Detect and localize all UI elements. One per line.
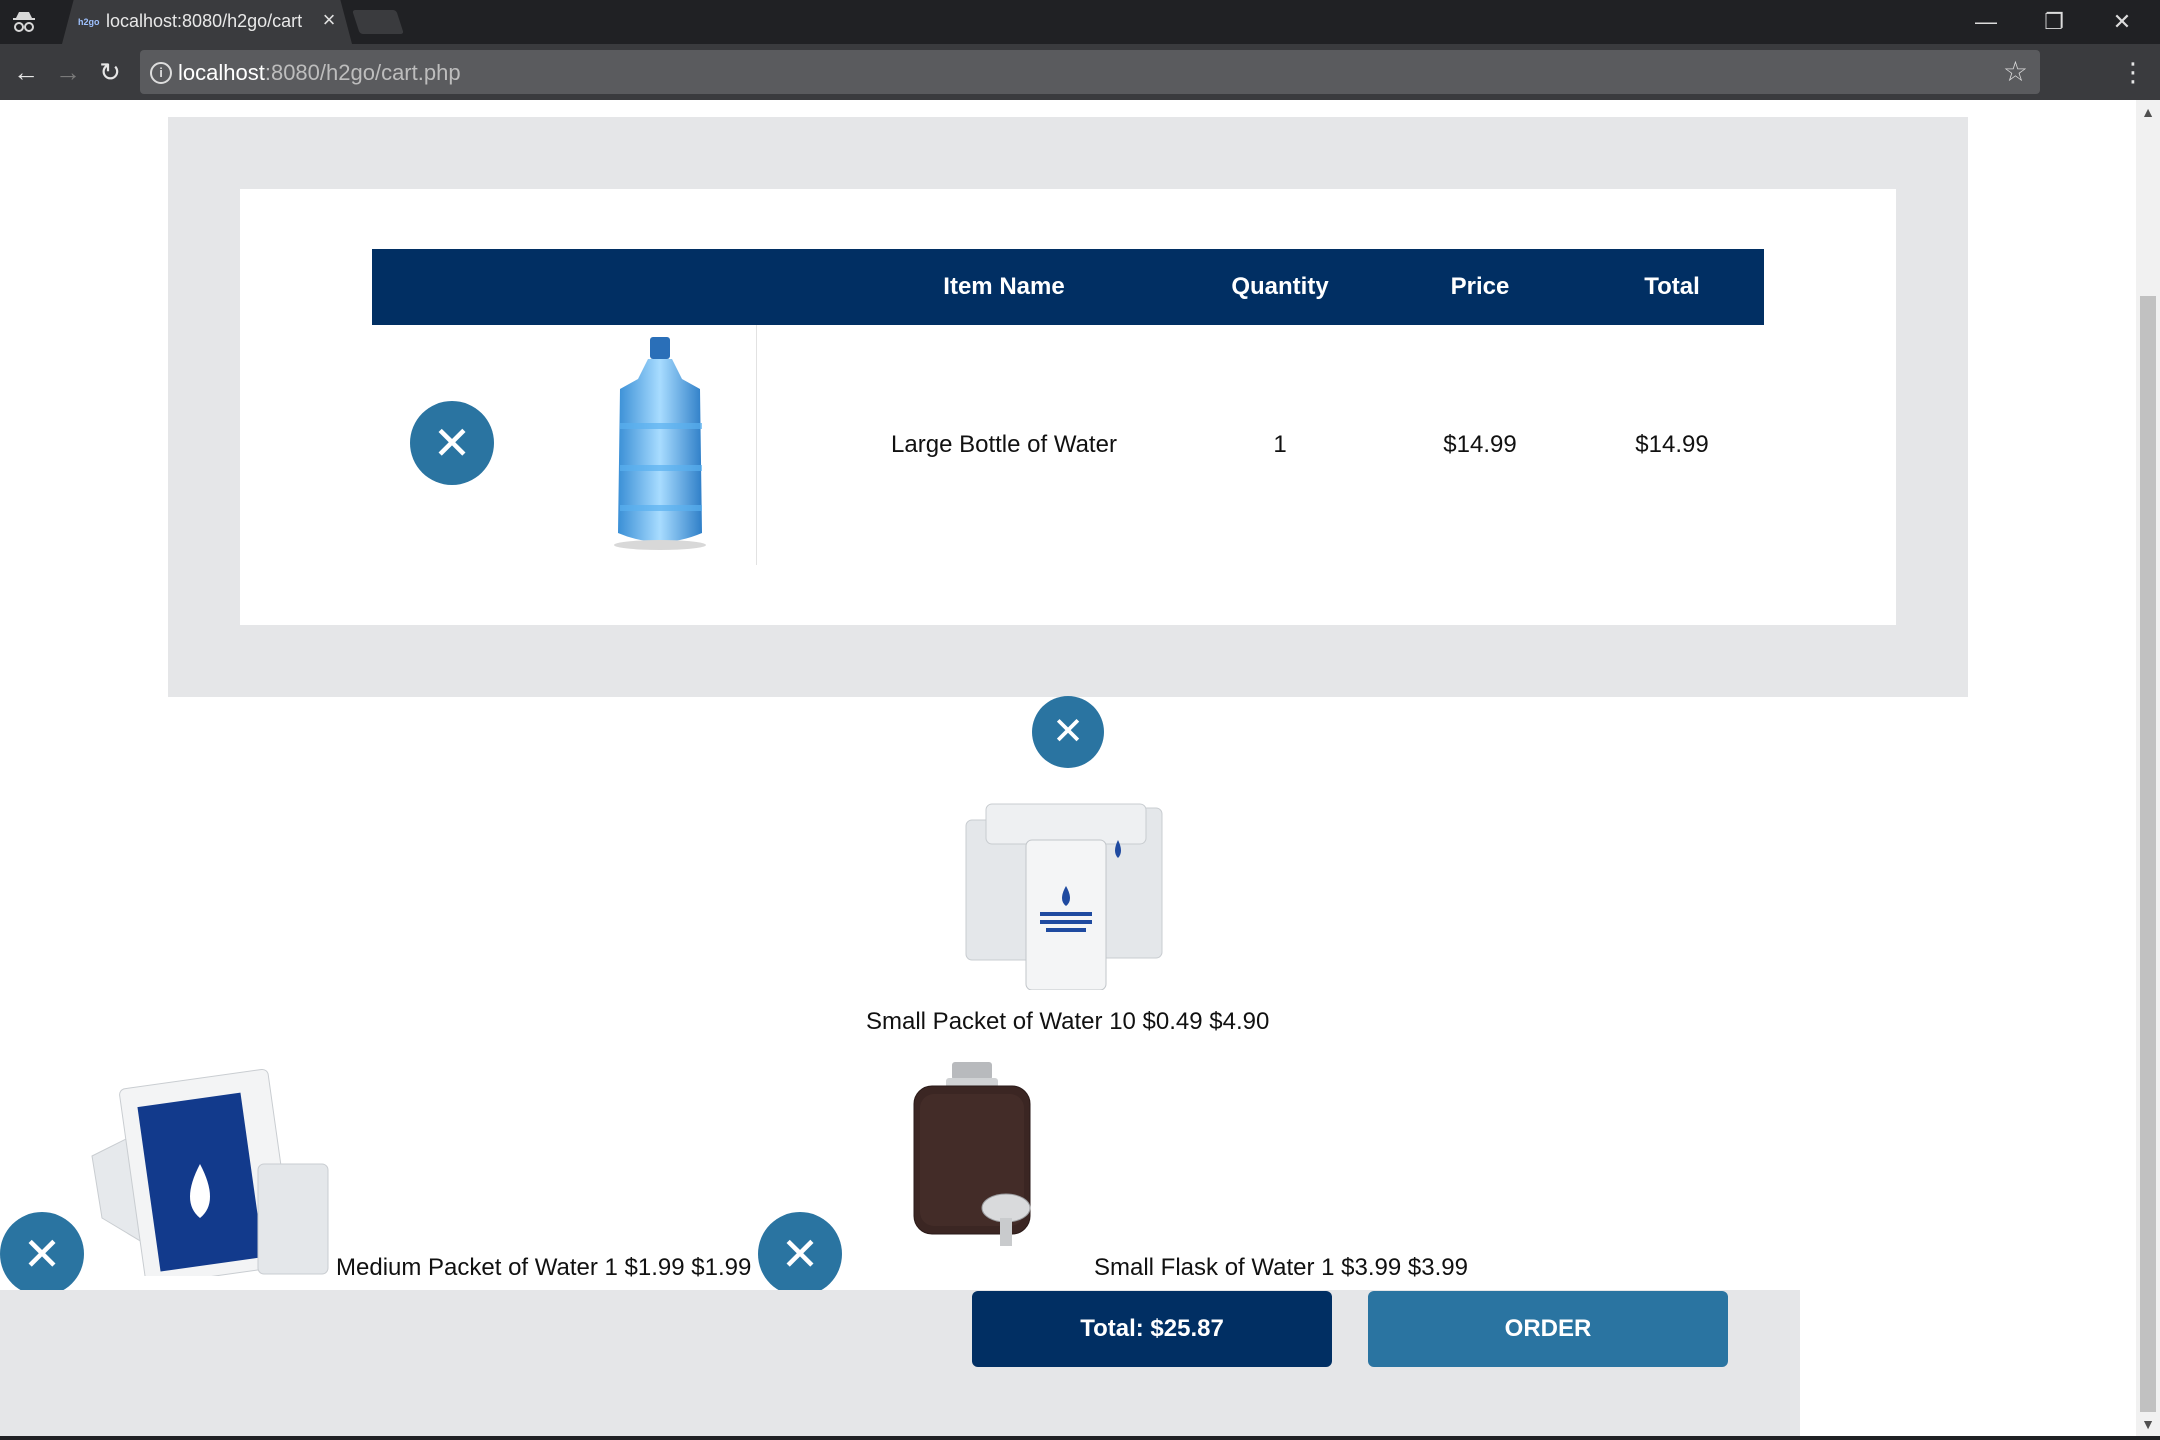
cart-total: Total: $25.87 (972, 1291, 1332, 1367)
url-path: :8080/h2go/cart.php (264, 60, 461, 85)
incognito-icon (10, 8, 38, 36)
minimize-icon[interactable]: — (1952, 0, 2020, 44)
item-price-cell: $14.99 (1443, 431, 1517, 458)
cart-section: Item Name Quantity Price Total ✕ Large B… (168, 117, 1968, 697)
list-item: Small Packet of Water 10 $0.49 $4.90 (866, 1008, 1270, 1035)
item-total-cell: $14.99 (1635, 431, 1709, 458)
browser-tab-strip: h2go localhost:8080/h2go/cart × — ❐ ✕ (0, 0, 2160, 44)
tab-title: localhost:8080/h2go/cart (106, 11, 303, 31)
address-url[interactable]: localhost:8080/h2go/cart.php (178, 60, 461, 86)
small-packet-image (958, 800, 1170, 991)
remove-item-button[interactable]: ✕ (410, 401, 494, 485)
order-button[interactable]: ORDER (1368, 1291, 1728, 1367)
header-quantity: Quantity (1231, 273, 1329, 300)
image-divider (756, 325, 757, 565)
flask-image (906, 1058, 1038, 1254)
tab-close-icon[interactable]: × (318, 9, 340, 31)
remove-item-button[interactable]: ✕ (758, 1212, 842, 1296)
browser-toolbar: ← → ↻ i localhost:8080/h2go/cart.php ☆ ⋮ (0, 44, 2160, 100)
list-item: Medium Packet of Water 1 $1.99 $1.99 (336, 1254, 752, 1281)
scrollbar-thumb[interactable] (2140, 296, 2156, 1412)
scroll-up-arrow-icon[interactable]: ▲ (2136, 104, 2160, 124)
forward-arrow-icon[interactable]: → (48, 52, 88, 92)
new-tab-button[interactable] (352, 10, 404, 34)
bookmark-star-icon[interactable]: ☆ (2003, 56, 2028, 88)
site-info-icon[interactable]: i (150, 62, 172, 84)
browser-menu-icon[interactable]: ⋮ (2118, 52, 2148, 92)
close-icon: ✕ (22, 1228, 62, 1280)
water-jug-image (590, 333, 730, 557)
item-name-cell: Large Bottle of Water (891, 431, 1117, 458)
list-item: Small Flask of Water 1 $3.99 $3.99 (1094, 1254, 1468, 1281)
close-icon: ✕ (780, 1228, 820, 1280)
favicon-icon: h2go (78, 17, 100, 27)
header-total: Total (1644, 273, 1700, 300)
item-quantity-cell: 1 (1273, 431, 1287, 458)
back-arrow-icon[interactable]: ← (6, 52, 46, 92)
scroll-down-arrow-icon[interactable]: ▼ (2136, 1416, 2160, 1436)
header-price: Price (1450, 273, 1510, 300)
page-scrollbar[interactable]: ▲ ▼ (2136, 100, 2160, 1440)
medium-packet-image (88, 1068, 332, 1286)
remove-item-button[interactable]: ✕ (0, 1212, 84, 1296)
window-close-icon[interactable]: ✕ (2088, 0, 2156, 44)
browser-tab-active[interactable]: h2go localhost:8080/h2go/cart × (62, 0, 352, 44)
header-item-name: Item Name (943, 273, 1065, 300)
remove-item-button[interactable]: ✕ (1032, 696, 1104, 768)
close-icon: ✕ (1052, 711, 1084, 753)
cart-table-header: Item Name Quantity Price Total (372, 249, 1764, 325)
cart-card: Item Name Quantity Price Total ✕ Large B… (240, 189, 1896, 625)
window-bottom-border (0, 1436, 2160, 1440)
table-row: ✕ Large Bottle of Water 1 $14.99 $14.99 (372, 325, 1764, 565)
reload-icon[interactable]: ↻ (90, 52, 130, 92)
address-bar[interactable]: i localhost:8080/h2go/cart.php ☆ (140, 50, 2040, 94)
restore-icon[interactable]: ❐ (2020, 0, 2088, 44)
close-icon: ✕ (432, 417, 472, 469)
url-host: localhost (178, 60, 265, 85)
